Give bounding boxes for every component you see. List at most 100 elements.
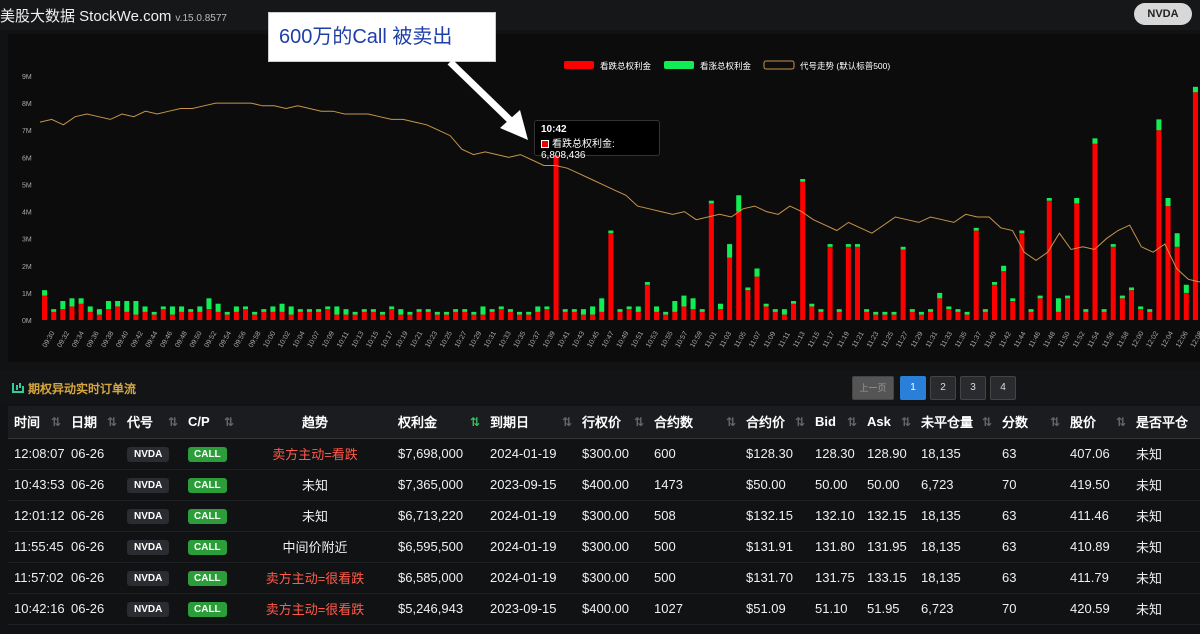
- page-1-button[interactable]: 1: [900, 376, 926, 400]
- sort-icon[interactable]: ⇅: [982, 415, 992, 429]
- cell-date: 06-26: [65, 438, 121, 470]
- call-bar: [873, 311, 879, 315]
- call-bar: [745, 287, 751, 291]
- put-bar: [96, 314, 102, 320]
- table-row[interactable]: 11:55:45 06-26 NVDA CALL 中间价附近 $6,595,500 2024…: [8, 531, 1200, 563]
- sort-icon[interactable]: ⇅: [634, 415, 644, 429]
- table-row[interactable]: 10:42:16 06-26 NVDA CALL 卖方主动=很看跌 $5,246,943 2…: [8, 593, 1200, 625]
- sort-icon[interactable]: ⇅: [901, 415, 911, 429]
- sort-icon[interactable]: ⇅: [51, 415, 61, 429]
- page-2-button[interactable]: 2: [930, 376, 956, 400]
- call-bar: [105, 301, 112, 310]
- col-header-date[interactable]: 日期 ⇅: [65, 406, 121, 439]
- put-bar: [526, 314, 532, 320]
- sort-icon[interactable]: ⇅: [1116, 415, 1126, 429]
- sort-icon[interactable]: ⇅: [107, 415, 117, 429]
- ticker-badge[interactable]: NVDA: [127, 478, 170, 493]
- col-header-closed[interactable]: 是否平仓: [1130, 406, 1200, 439]
- put-bar: [1037, 298, 1043, 320]
- col-header-time[interactable]: 时间 ⇅: [8, 406, 65, 439]
- call-bar: [51, 309, 57, 312]
- sort-icon[interactable]: ⇅: [847, 415, 857, 429]
- call-bar: [297, 309, 303, 312]
- call-bar: [809, 303, 815, 307]
- call-bar: [1065, 295, 1071, 299]
- put-bar: [443, 314, 449, 320]
- call-bar: [1101, 309, 1107, 312]
- call-bar: [416, 309, 422, 312]
- table-row[interactable]: 12:01:12 06-26 NVDA CALL 未知 $6,713,220 2024-01…: [8, 500, 1200, 532]
- call-bar: [1083, 309, 1089, 312]
- col-header-bid[interactable]: Bid ⇅: [809, 406, 861, 439]
- put-bar: [1001, 271, 1007, 320]
- ticker-badge[interactable]: NVDA: [127, 571, 170, 586]
- ticker-badge[interactable]: NVDA: [127, 540, 170, 555]
- call-bar: [617, 309, 623, 312]
- call-bar: [489, 309, 495, 312]
- call-bar: [1147, 309, 1153, 312]
- put-bar: [745, 290, 751, 320]
- put-bar: [288, 314, 294, 320]
- col-header-premium[interactable]: 权利金 ⇅: [392, 406, 484, 439]
- col-header-stock-price[interactable]: 股价 ⇅: [1064, 406, 1130, 439]
- x-tick-label: 09:40: [115, 330, 130, 349]
- page-4-button[interactable]: 4: [990, 376, 1016, 400]
- col-header-trend[interactable]: 趋势: [238, 406, 392, 439]
- sort-icon[interactable]: ⇅: [224, 415, 234, 429]
- table-row[interactable]: 12:08:07 06-26 NVDA CALL 卖方主动=看跌 $7,698,000 20…: [8, 438, 1200, 470]
- col-header-strike[interactable]: 行权价 ⇅: [576, 406, 648, 439]
- sort-icon[interactable]: ⇅: [562, 415, 572, 429]
- prev-page-button[interactable]: 上一页: [852, 376, 894, 400]
- cell-strike: $300.00: [576, 500, 648, 532]
- x-tick-label: 10:33: [498, 330, 513, 349]
- x-tick-label: 10:21: [410, 330, 425, 349]
- ticker-badge[interactable]: NVDA: [127, 447, 170, 462]
- cell-strike: $400.00: [576, 593, 648, 625]
- call-bar: [288, 306, 294, 315]
- call-bar: [1156, 119, 1162, 131]
- col-header-ask[interactable]: Ask ⇅: [861, 406, 915, 439]
- put-bar: [352, 314, 358, 320]
- call-bar: [334, 306, 340, 315]
- x-tick-label: 11:48: [1042, 331, 1057, 349]
- put-bar: [982, 311, 988, 320]
- page-3-button[interactable]: 3: [960, 376, 986, 400]
- table-row[interactable]: 11:57:02 06-26 NVDA CALL 卖方主动=很看跌 $6,585,000 2…: [8, 562, 1200, 594]
- put-bar: [87, 311, 93, 320]
- col-header-expiry[interactable]: 到期日 ⇅: [484, 406, 576, 439]
- col-header-open-interest[interactable]: 未平仓量 ⇅: [915, 406, 996, 439]
- col-header-contracts[interactable]: 合约数 ⇅: [648, 406, 740, 439]
- put-bar: [626, 309, 632, 320]
- col-header-symbol[interactable]: 代号 ⇅: [121, 406, 182, 439]
- sort-icon[interactable]: ⇅: [795, 415, 805, 429]
- call-bar: [599, 298, 605, 312]
- sort-desc-icon[interactable]: ⇅: [470, 415, 480, 429]
- put-bar: [1192, 92, 1198, 320]
- col-header-contract-price[interactable]: 合约价 ⇅: [740, 406, 809, 439]
- sort-icon[interactable]: ⇅: [726, 415, 736, 429]
- call-bar: [517, 311, 523, 315]
- sort-icon[interactable]: ⇅: [168, 415, 178, 429]
- col-header-cp[interactable]: C/P ⇅: [182, 406, 238, 439]
- put-bar: [973, 230, 979, 320]
- y-tick-label: 0M: [22, 318, 32, 325]
- sort-icon[interactable]: ⇅: [1050, 415, 1060, 429]
- x-tick-label: 11:21: [851, 331, 866, 349]
- order-flow-table: 时间 ⇅ 日期 ⇅ 代号 ⇅ C/P ⇅ 趋势 权利金 ⇅ 到期日 ⇅ 行权价 ⇅ 合约数 ⇅ …: [8, 406, 1200, 625]
- cell-closed: 未知: [1130, 500, 1200, 532]
- ticker-select-button[interactable]: NVDA: [1134, 3, 1192, 25]
- cell-contracts: 1027: [648, 593, 740, 625]
- call-bar: [827, 244, 833, 247]
- legend-swatch: [664, 61, 694, 69]
- cell-trend: 卖方主动=很看跌: [238, 593, 392, 625]
- call-bar: [453, 309, 459, 312]
- x-tick-label: 10:29: [468, 330, 483, 349]
- col-header-score[interactable]: 分数 ⇅: [996, 406, 1064, 439]
- x-tick-label: 10:25: [439, 330, 454, 349]
- call-bar: [69, 298, 75, 307]
- table-row[interactable]: 10:43:53 06-26 NVDA CALL 未知 $7,365,000 2023-09…: [8, 469, 1200, 501]
- ticker-badge[interactable]: NVDA: [127, 602, 170, 617]
- annotation-callout: 600万的Call 被卖出: [268, 12, 496, 62]
- ticker-badge[interactable]: NVDA: [127, 509, 170, 524]
- call-bar: [562, 309, 568, 312]
